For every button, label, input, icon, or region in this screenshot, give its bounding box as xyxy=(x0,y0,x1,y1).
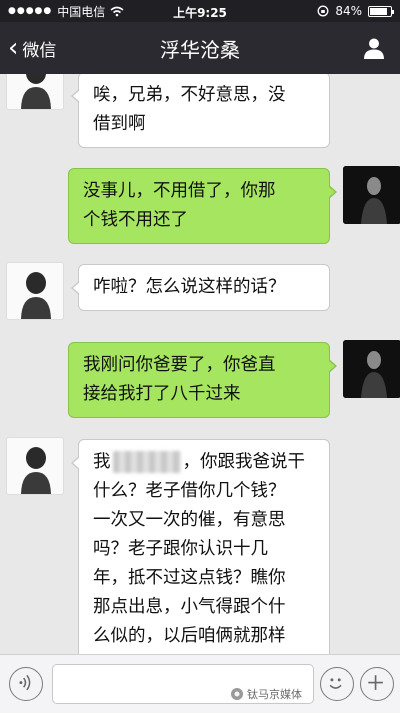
message-bubble[interactable]: 我 ，你跟我爸说干 什么？老子借你几个钱？ 一次又一次的催，有意思 吗？老子跟你认… xyxy=(71,439,330,654)
smiley-face-icon xyxy=(329,678,342,689)
watermark: 钛马京媒体 xyxy=(230,686,302,702)
message-bubble[interactable]: 没事儿，不用借了，你那 个钱不用还了 xyxy=(68,168,337,244)
message-text: ，你跟我爸说干 xyxy=(182,452,306,472)
input-bar xyxy=(0,654,400,713)
nav-bar: ‹ 微信 浮华沧桑 xyxy=(0,22,400,74)
message-line: 吗？老子跟你认识十几 xyxy=(93,539,268,559)
chevron-left-icon: ‹ xyxy=(8,33,19,63)
battery-icon xyxy=(368,5,394,17)
voice-waves-icon xyxy=(19,674,31,691)
message-bubble[interactable]: 我刚问你爸要了，你爸直 接给我打了八千过来 xyxy=(68,342,337,418)
watermark-logo-icon xyxy=(231,688,243,700)
censored-name xyxy=(112,451,181,473)
watermark-text: 钛马京媒体 xyxy=(247,688,302,701)
message-bubble[interactable]: 咋啦？怎么说这样的话？ xyxy=(71,264,330,311)
message-line: 那点出息，小气得跟个什 xyxy=(93,597,286,617)
message-line: 没事儿，不用借了，你那 xyxy=(83,181,276,201)
emoji-icon[interactable] xyxy=(320,667,354,701)
message-text: 我 xyxy=(93,452,111,472)
message-line: 什么？老子借你几个钱？ xyxy=(93,481,286,501)
plus-icon[interactable] xyxy=(360,667,394,701)
friend-portrait-icon xyxy=(21,272,51,319)
plus-sign-icon xyxy=(368,675,383,690)
battery-fill xyxy=(370,7,387,15)
friend-portrait-icon xyxy=(21,74,51,109)
message-line: 接给我打了八千过来 xyxy=(83,384,241,404)
message-line: 我 ，你跟我爸说干 xyxy=(93,448,315,477)
friend-avatar[interactable] xyxy=(6,262,64,320)
chat-area[interactable]: 唉，兄弟，不好意思，没 借到啊 没事儿，不用借了，你那 个钱不用还了 咋啦？怎么… xyxy=(0,74,400,654)
message-line: 么似的，以后咱俩就那样 xyxy=(93,626,286,646)
my-portrait-icon xyxy=(343,166,400,224)
back-label: 微信 xyxy=(22,40,57,61)
message-line: 个钱不用还了 xyxy=(83,210,188,230)
person-icon[interactable] xyxy=(362,36,386,60)
friend-avatar[interactable] xyxy=(6,74,64,110)
message-line: 唉，兄弟，不好意思，没 xyxy=(93,85,286,105)
message-line: 咋啦？怎么说这样的话？ xyxy=(93,277,286,297)
friend-portrait-icon xyxy=(21,447,51,494)
message-line: 一次又一次的催，有意思 xyxy=(93,510,286,530)
chat-title: 浮华沧桑 xyxy=(160,37,240,62)
my-avatar[interactable] xyxy=(343,340,400,398)
rotation-lock-icon xyxy=(317,5,329,17)
my-avatar[interactable] xyxy=(343,166,400,224)
back-button[interactable]: ‹ 微信 xyxy=(0,35,56,61)
battery-percent: 84% xyxy=(335,4,362,18)
friend-avatar[interactable] xyxy=(6,437,64,495)
message-line: 借到啊 xyxy=(93,114,146,134)
my-portrait-icon xyxy=(343,340,400,398)
voice-icon[interactable] xyxy=(9,667,43,701)
message-line: 我刚问你爸要了，你爸直 xyxy=(83,355,276,375)
message-bubble[interactable]: 唉，兄弟，不好意思，没 借到啊 xyxy=(71,74,330,148)
message-line: 年，抵不过这点钱？瞧你 xyxy=(93,568,286,588)
status-bar: ●●●●● 中国电信 上午9:25 84% xyxy=(0,0,400,22)
